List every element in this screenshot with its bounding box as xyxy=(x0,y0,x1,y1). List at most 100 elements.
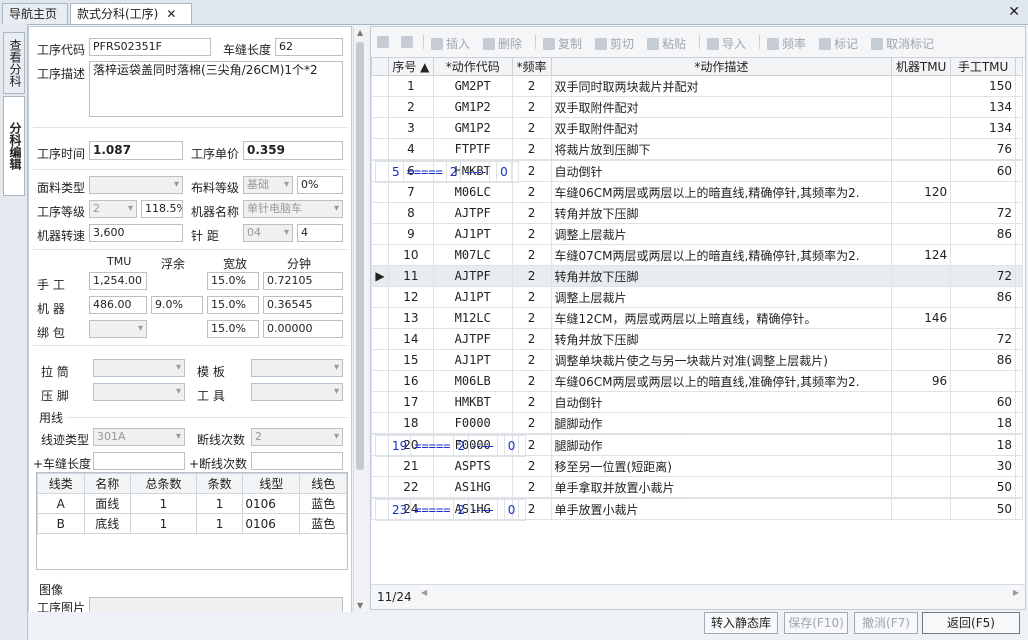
row-indicator[interactable] xyxy=(375,435,389,457)
move-down-button[interactable] xyxy=(401,35,416,49)
row-indicator[interactable] xyxy=(371,307,389,329)
table-row[interactable]: 7 M06LC 2 车缝06CM两层或两层以上的暗直线,精确停针,其频率为2. 120 xyxy=(371,181,1023,203)
row-indicator[interactable] xyxy=(371,476,389,498)
scroll-up-icon[interactable]: ▲ xyxy=(357,28,363,37)
op-desc-field[interactable]: 落梓运袋盖同时落棉(三尖角/26CM)1个*2 xyxy=(89,61,343,117)
tool-select[interactable] xyxy=(251,383,343,401)
column-header-machine-tmu[interactable]: 机器TMU xyxy=(891,57,952,76)
insert-button[interactable]: 插入 xyxy=(431,35,470,52)
table-row[interactable]: 16 M06LB 2 车缝06CM两层或两层以上的暗直线,准确停针,其频率为2. 96 xyxy=(371,370,1023,392)
row-indicator[interactable] xyxy=(371,117,389,139)
trace-type-select[interactable]: 301A xyxy=(93,428,185,446)
op-grade-pct-field[interactable]: 118.5% xyxy=(141,200,183,218)
machine-tmu-field[interactable]: 486.00 xyxy=(89,296,147,314)
save-button[interactable]: 保存(F10) xyxy=(784,612,848,634)
paste-button[interactable]: 粘贴 xyxy=(647,35,686,52)
break-count-select[interactable]: 2 xyxy=(251,428,343,446)
fabric-type-select[interactable] xyxy=(89,176,183,194)
table-row[interactable]: 22 AS1HG 2 单手拿取并放置小裁片 50 xyxy=(371,476,1023,498)
column-header-seq[interactable]: 序号 ▲ xyxy=(387,57,434,76)
row-indicator[interactable] xyxy=(371,181,389,203)
bundle-allowance-field[interactable]: 15.0% xyxy=(207,320,259,338)
unmark-button[interactable]: 取消标记 xyxy=(871,35,934,52)
pull-select[interactable] xyxy=(93,359,185,377)
tab-style-operations[interactable]: 款式分科(工序) ✕ xyxy=(70,3,192,24)
table-row[interactable]: ▶ 11 AJTPF 2 转角并放下压脚 72 xyxy=(371,265,1023,287)
row-indicator[interactable] xyxy=(375,499,389,521)
row-indicator[interactable] xyxy=(371,75,389,97)
seam-length-field[interactable]: 62 xyxy=(275,38,343,56)
table-row[interactable]: 23 ===== 2 ----- 0 xyxy=(375,498,689,521)
table-row[interactable]: 17 HMKBT 2 自动倒针 60 xyxy=(371,391,1023,413)
form-scrollbar[interactable]: ▲ ▼ xyxy=(353,26,367,612)
manual-tmu-field[interactable]: 1,254.00 xyxy=(89,272,147,290)
bundle-select[interactable] xyxy=(89,320,147,338)
row-indicator[interactable] xyxy=(371,412,389,434)
manual-allowance-field[interactable]: 15.0% xyxy=(207,272,259,290)
side-tab-edit[interactable]: 分科编辑 xyxy=(3,96,25,196)
row-indicator[interactable] xyxy=(375,161,389,183)
column-header[interactable]: 总条数 xyxy=(130,473,197,494)
machine-minutes-field[interactable]: 0.36545 xyxy=(263,296,343,314)
row-indicator[interactable] xyxy=(371,223,389,245)
row-indicator[interactable] xyxy=(371,244,389,266)
row-indicator[interactable]: ▶ xyxy=(371,265,389,287)
copy-button[interactable]: 复制 xyxy=(543,35,582,52)
table-row[interactable]: 1 GM2PT 2 双手同时取两块裁片并配对 150 xyxy=(371,75,1023,97)
op-price-field[interactable]: 0.359 xyxy=(243,141,343,160)
horizontal-scrollbar[interactable]: ◀ ▶ xyxy=(421,588,1019,601)
table-row[interactable]: 2 GM1P2 2 双手取附件配对 134 xyxy=(371,96,1023,118)
delete-button[interactable]: 删除 xyxy=(483,35,522,52)
column-header[interactable]: 线色 xyxy=(299,473,347,494)
table-row[interactable]: 3 GM1P2 2 双手取附件配对 134 xyxy=(371,117,1023,139)
scroll-left-icon[interactable]: ◀ xyxy=(421,588,427,597)
presser-select[interactable] xyxy=(93,383,185,401)
scroll-thumb[interactable] xyxy=(356,42,364,470)
tab-close-icon[interactable]: ✕ xyxy=(166,7,176,21)
row-indicator[interactable] xyxy=(371,96,389,118)
add-break-field[interactable] xyxy=(251,452,343,470)
column-header[interactable]: 线类 xyxy=(37,473,85,494)
column-header[interactable]: 线型 xyxy=(242,473,301,494)
machine-allowance-field[interactable]: 15.0% xyxy=(207,296,259,314)
bundle-minutes-field[interactable]: 0.00000 xyxy=(263,320,343,338)
mark-button[interactable]: 标记 xyxy=(819,35,858,52)
table-row[interactable]: A 面线 1 1 0106 蓝色 xyxy=(37,493,347,514)
row-indicator[interactable] xyxy=(371,286,389,308)
side-tab-view[interactable]: 查看分科 xyxy=(3,32,25,94)
scroll-down-icon[interactable]: ▼ xyxy=(357,601,363,610)
move-up-button[interactable] xyxy=(377,35,392,49)
column-header-desc[interactable]: *动作描述 xyxy=(550,57,893,76)
machine-name-select[interactable]: 单针电脑车 xyxy=(243,200,343,218)
stitch-value-field[interactable]: 4 xyxy=(297,224,343,242)
frequency-button[interactable]: 频率 xyxy=(767,35,806,52)
row-indicator[interactable] xyxy=(371,138,389,160)
scroll-right-icon[interactable]: ▶ xyxy=(1013,588,1019,597)
table-row[interactable]: 4 FTPTF 2 将裁片放到压脚下 76 xyxy=(371,138,1023,160)
op-code-field[interactable]: PFRS02351F xyxy=(89,38,211,56)
row-indicator[interactable] xyxy=(371,328,389,350)
row-indicator[interactable] xyxy=(371,349,389,371)
table-row[interactable]: 15 AJ1PT 2 调整单块裁片使之与另一块裁片对准(调整上层裁片) 86 xyxy=(371,349,1023,371)
column-header-manual-tmu[interactable]: 手工TMU xyxy=(950,57,1016,76)
template-select[interactable] xyxy=(251,359,343,377)
table-row[interactable]: 9 AJ1PT 2 调整上层裁片 86 xyxy=(371,223,1023,245)
table-row[interactable]: 10 M07LC 2 车缝07CM两层或两层以上的暗直线,精确停针,其频率为2. 124 xyxy=(371,244,1023,266)
machine-speed-field[interactable]: 3,600 xyxy=(89,224,183,242)
table-row[interactable]: 14 AJTPF 2 转角并放下压脚 72 xyxy=(371,328,1023,350)
machine-float-field[interactable]: 9.0% xyxy=(151,296,203,314)
table-row[interactable]: 8 AJTPF 2 转角并放下压脚 72 xyxy=(371,202,1023,224)
table-row[interactable]: 12 AJ1PT 2 调整上层裁片 86 xyxy=(371,286,1023,308)
window-close-icon[interactable]: ✕ xyxy=(1008,4,1020,20)
column-header[interactable]: 名称 xyxy=(83,473,132,494)
undo-button[interactable]: 撤消(F7) xyxy=(854,612,918,634)
stitch-select[interactable]: 04 xyxy=(243,224,293,242)
row-indicator[interactable] xyxy=(371,202,389,224)
table-row[interactable]: B 底线 1 1 0106 蓝色 xyxy=(37,513,347,534)
op-grade-select[interactable]: 2 xyxy=(89,200,137,218)
column-header-freq[interactable]: *频率 xyxy=(511,57,552,76)
row-indicator[interactable] xyxy=(371,391,389,413)
add-seam-field[interactable] xyxy=(93,452,185,470)
table-row[interactable]: 5 ===== 2 ----- 0 xyxy=(375,160,689,183)
manual-minutes-field[interactable]: 0.72105 xyxy=(263,272,343,290)
